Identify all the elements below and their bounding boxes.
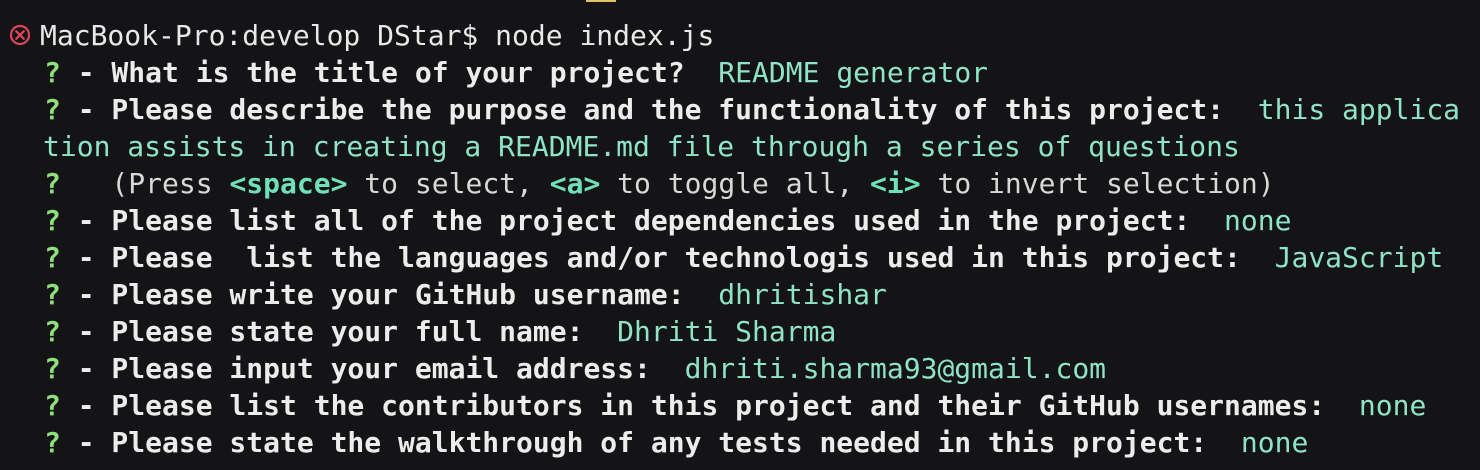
question-mark: ? (44, 315, 61, 348)
checkbox-hint-line: ? (Press <space> to select, <a> to toggl… (44, 165, 1275, 202)
question-text: - What is the title of your project? (60, 56, 702, 89)
question-text: - Please list all of the project depende… (60, 204, 1208, 237)
question-text: - Please state the walkthrough of any te… (60, 426, 1225, 459)
question-mark: ? (44, 93, 61, 126)
prompt-line-title: ? - What is the title of your project? R… (44, 54, 988, 91)
question-text: - Please state your full name: (60, 315, 601, 348)
key-space: <space> (229, 167, 348, 200)
hint-text: to invert selection) (920, 167, 1275, 200)
prompt-line-contributors: ? - Please list the contributors in this… (44, 387, 1426, 424)
question-text: - Please list the languages and/or techn… (60, 241, 1258, 274)
answer-continuation: tion assists in creating a README.md fil… (43, 130, 1240, 163)
answer-text: README generator (701, 56, 989, 89)
answer-text: none (1224, 426, 1309, 459)
prompt-line-full-name: ? - Please state your full name: Dhriti … (44, 313, 836, 350)
hint-text: to toggle all, (600, 167, 871, 200)
answer-text: JavaScript (1257, 241, 1444, 274)
question-mark: ? (44, 241, 61, 274)
question-mark: ? (44, 389, 61, 422)
prompt-line-tests: ? - Please state the walkthrough of any … (44, 424, 1308, 461)
prompt-line-email: ? - Please input your email address: dhr… (44, 350, 1106, 387)
cursor-marker (586, 0, 616, 2)
question-text: - Please list the contributors in this p… (60, 389, 1343, 422)
answer-text: dhriti.sharma93@gmail.com (667, 352, 1107, 385)
answer-text: dhritishar (701, 278, 887, 311)
question-mark: ? (44, 352, 61, 385)
hint-text: (Press (60, 167, 230, 200)
prompt-line-description: ? - Please describe the purpose and the … (44, 91, 1460, 128)
prompt-line-languages: ? - Please list the languages and/or tec… (44, 239, 1443, 276)
question-mark: ? (44, 56, 61, 89)
prompt-line-github-username: ? - Please write your GitHub username: d… (44, 276, 887, 313)
key-a: <a> (549, 167, 601, 200)
question-text: - Please input your email address: (60, 352, 668, 385)
question-text: - Please write your GitHub username: (60, 278, 702, 311)
shell-prompt: MacBook-Pro:develop DStar$ node index.js (40, 19, 715, 52)
hint-text: to select, (347, 167, 550, 200)
question-mark: ? (44, 204, 61, 237)
terminal-window[interactable]: MacBook-Pro:develop DStar$ node index.js… (0, 0, 1480, 470)
answer-text: none (1342, 389, 1427, 422)
question-mark: ? (44, 278, 61, 311)
answer-text: none (1207, 204, 1292, 237)
question-mark: ? (44, 426, 61, 459)
error-x-circle-icon (9, 24, 31, 46)
answer-text: Dhriti Sharma (600, 315, 837, 348)
prompt-line-dependencies: ? - Please list all of the project depen… (44, 202, 1291, 239)
question-text: - Please describe the purpose and the fu… (60, 93, 1241, 126)
answer-text: this applica (1240, 93, 1461, 126)
question-mark: ? (44, 167, 61, 200)
key-i: <i> (870, 167, 921, 200)
